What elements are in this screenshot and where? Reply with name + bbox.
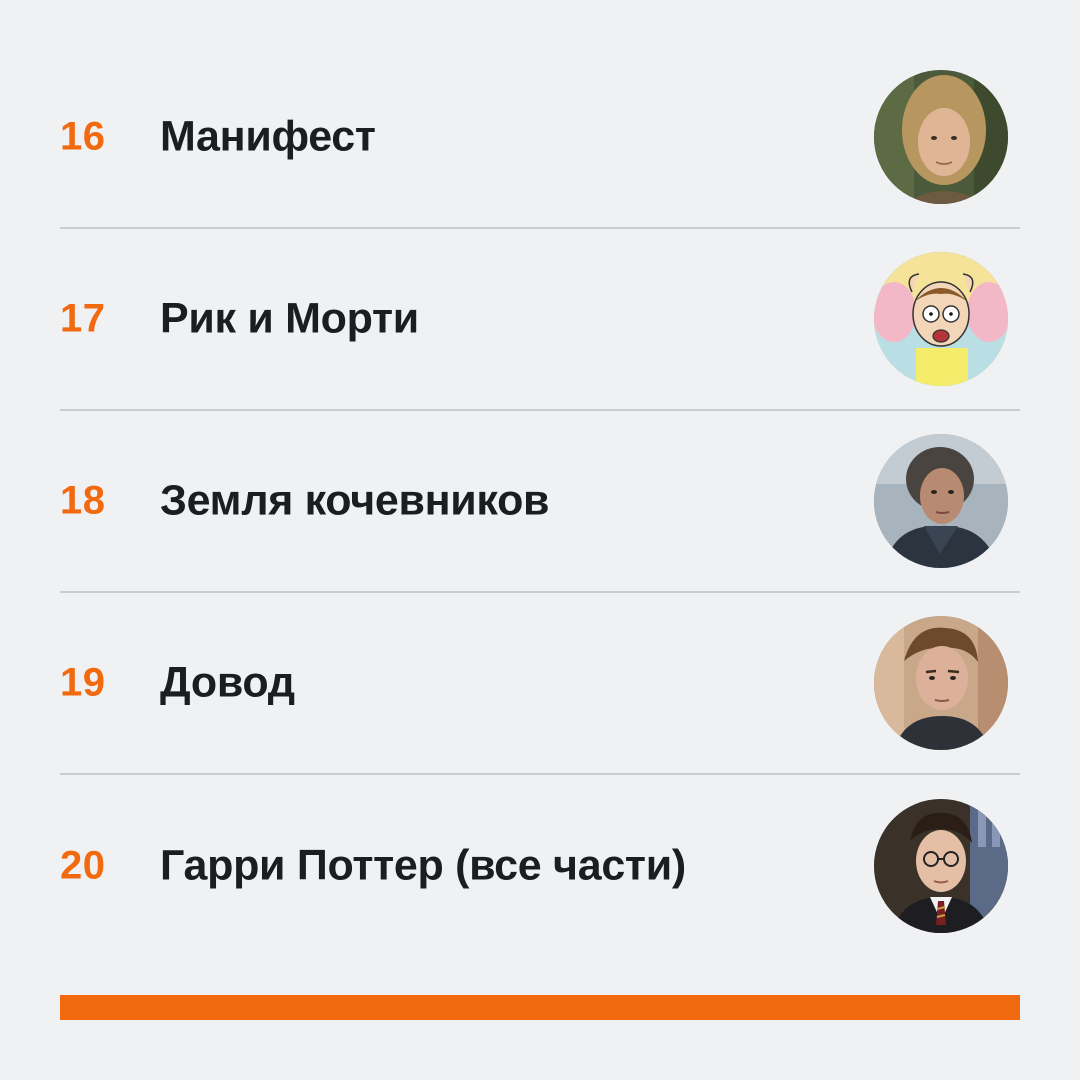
rank-number: 16 bbox=[60, 114, 106, 158]
list-item: 20 Гарри Поттер (все части) bbox=[60, 775, 1020, 957]
ranking-list: 16 Манифест 17 Рик и Морти 18 Земля коче… bbox=[60, 46, 1020, 957]
item-title: Земля кочевников bbox=[160, 476, 550, 525]
cartoon-morty-thumbnail bbox=[874, 252, 1008, 386]
item-title: Довод bbox=[160, 658, 295, 707]
accent-bar bbox=[60, 995, 1020, 1020]
woman-outdoor-portrait-thumbnail bbox=[874, 434, 1008, 568]
item-title: Манифест bbox=[160, 112, 376, 160]
rank-number: 20 bbox=[60, 843, 106, 888]
item-title: Гарри Поттер (все части) bbox=[160, 841, 686, 890]
list-item: 16 Манифест bbox=[60, 46, 1020, 229]
list-item: 18 Земля кочевников bbox=[60, 411, 1020, 593]
harry-potter-portrait-thumbnail bbox=[874, 799, 1008, 933]
list-item: 17 Рик и Морти bbox=[60, 229, 1020, 411]
rank-number: 18 bbox=[60, 478, 106, 523]
rank-number: 19 bbox=[60, 660, 106, 705]
man-portrait-thumbnail bbox=[874, 616, 1008, 750]
list-item: 19 Довод bbox=[60, 593, 1020, 775]
woman-portrait-thumbnail bbox=[874, 69, 1008, 204]
item-title: Рик и Морти bbox=[160, 294, 419, 343]
rank-number: 17 bbox=[60, 296, 106, 341]
